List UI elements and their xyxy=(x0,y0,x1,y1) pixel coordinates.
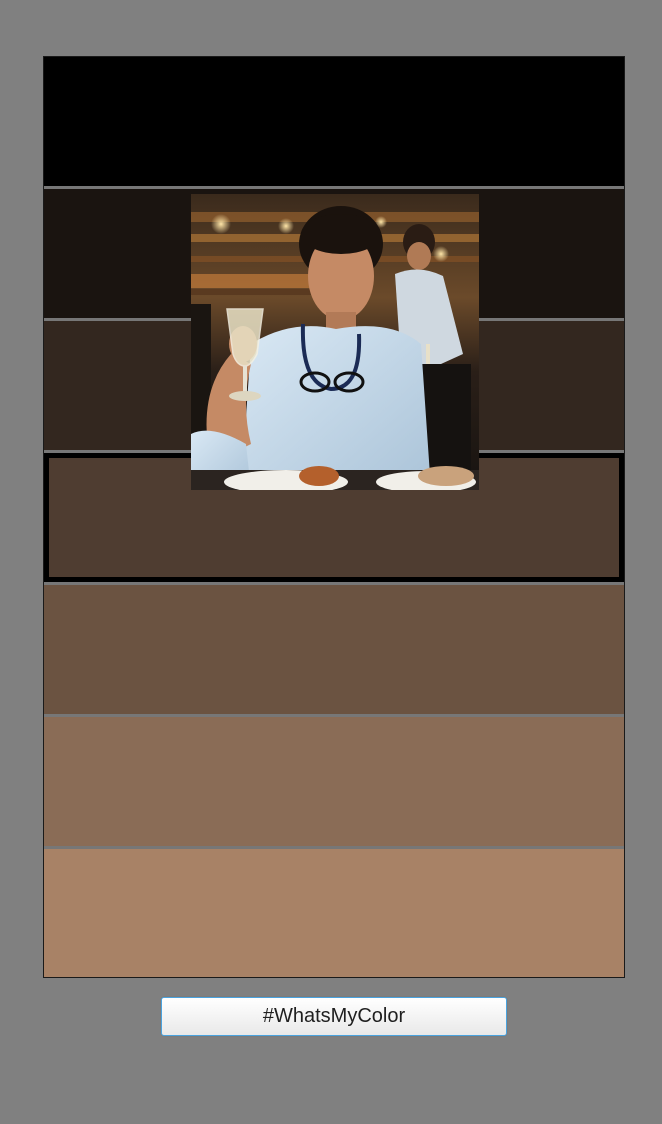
color-swatch-1[interactable] xyxy=(44,57,624,186)
color-swatch-5[interactable] xyxy=(44,585,624,714)
whats-my-color-button[interactable]: #WhatsMyColor xyxy=(161,997,507,1036)
color-swatch-6[interactable] xyxy=(44,717,624,846)
portrait-image xyxy=(191,194,479,490)
color-swatch-7[interactable] xyxy=(44,849,624,977)
user-portrait-photo xyxy=(191,194,479,490)
